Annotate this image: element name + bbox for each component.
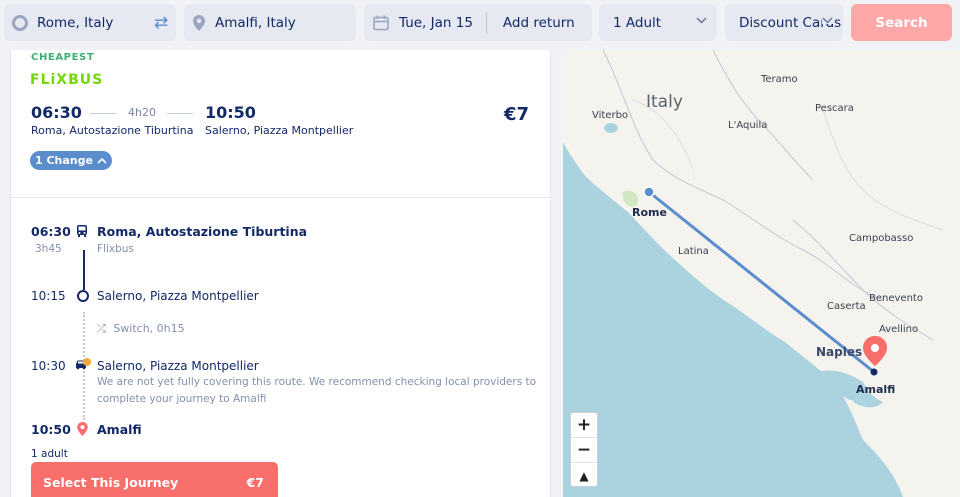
route-map[interactable]: Italy Teramo Viterbo Pescara L'Aquila Ro… (563, 50, 960, 497)
seg3-station: Salerno, Piazza Montpellier (97, 359, 259, 373)
map-label-latina: Latina (678, 246, 709, 257)
from-field[interactable]: Rome, Italy ⇄ (4, 4, 176, 41)
chevron-down-icon (696, 17, 707, 24)
arrival-time: 10:50 (205, 103, 256, 122)
from-value: Rome, Italy (37, 14, 114, 31)
compass-button[interactable]: ▲ (571, 463, 597, 488)
seg4-time: 10:50 (31, 422, 71, 437)
seg1-time: 06:30 (31, 224, 71, 239)
seg1-duration: 3h45 (35, 243, 62, 255)
chevron-down-icon (822, 17, 833, 24)
trip-duration: 4h20 (128, 106, 156, 119)
date-divider (485, 11, 487, 34)
discount-cards-dropdown[interactable]: Discount Cards (725, 4, 843, 41)
switch-info: ⤮ Switch, 0h15 (97, 322, 185, 336)
cheapest-badge: CHEAPEST (31, 52, 95, 63)
seg1-operator: Flixbus (97, 243, 134, 255)
search-button[interactable]: Search (851, 4, 952, 41)
seg4-station: Amalfi (97, 422, 142, 437)
passengers-dropdown[interactable]: 1 Adult (599, 4, 717, 41)
date-field[interactable]: Tue, Jan 15 Add return (364, 4, 592, 41)
journey-panel: CHEAPEST FLiXBUS 06:30 4h20 10:50 €7 Rom… (10, 50, 551, 497)
warning-icon (83, 358, 91, 366)
shuffle-icon: ⤮ (97, 322, 106, 335)
seg1-station: Roma, Autostazione Tiburtina (97, 224, 308, 239)
zoom-out-button[interactable]: − (571, 438, 597, 463)
passenger-count: 1 adult (31, 448, 68, 460)
arrival-station: Salerno, Piazza Montpellier (205, 124, 354, 137)
select-journey-button[interactable]: Select This Journey €7 (31, 462, 278, 497)
map-label-italy: Italy (646, 92, 683, 112)
map-label-viterbo: Viterbo (592, 110, 629, 121)
departure-station: Roma, Autostazione Tiburtina (31, 124, 194, 137)
map-label-avellino: Avellino (879, 324, 919, 335)
duration-line-right (167, 113, 193, 114)
trip-price: €7 (503, 104, 529, 125)
map-label-benevento: Benevento (869, 293, 923, 304)
origin-icon (12, 14, 28, 31)
map-label-laquila: L'Aquila (728, 120, 768, 131)
seg3-note-line1: We are not yet fully covering this route… (97, 376, 537, 388)
map-label-pescara: Pescara (815, 103, 854, 114)
switch-text: Switch, 0h15 (113, 322, 185, 335)
bus-icon (77, 225, 87, 237)
seg2-station: Salerno, Piazza Montpellier (97, 289, 259, 303)
add-return-button[interactable]: Add return (503, 15, 575, 31)
map-label-campobasso: Campobasso (849, 233, 914, 244)
flixbus-logo: FLiXBUS (30, 72, 104, 88)
map-label-amalfi: Amalfi (856, 383, 896, 396)
seg2-time: 10:15 (31, 289, 66, 303)
zoom-controls: + − ▲ (570, 412, 598, 487)
seg3-time: 10:30 (31, 359, 66, 373)
passengers-value: 1 Adult (613, 14, 662, 31)
zoom-in-button[interactable]: + (571, 413, 597, 438)
chevron-up-icon (97, 157, 107, 164)
date-value: Tue, Jan 15 (399, 14, 473, 31)
stop-circle-icon (77, 290, 89, 302)
to-value: Amalfi, Italy (215, 14, 296, 31)
section-divider (11, 197, 550, 198)
timeline-segment (83, 250, 85, 290)
search-bar: Rome, Italy ⇄ Amalfi, Italy Tue, Jan 15 … (0, 0, 960, 48)
destination-pin-icon (77, 422, 88, 436)
select-journey-label: Select This Journey (43, 475, 179, 490)
location-pin-icon (193, 14, 205, 31)
map-label-caserta: Caserta (827, 301, 866, 312)
duration-line-left (90, 113, 116, 114)
amalfi-dot (870, 368, 878, 376)
to-field[interactable]: Amalfi, Italy (184, 4, 356, 41)
swap-icon[interactable]: ⇄ (152, 14, 170, 32)
rome-marker (643, 186, 655, 198)
map-label-teramo: Teramo (761, 74, 798, 85)
changes-label: 1 Change (35, 154, 93, 167)
select-journey-price: €7 (246, 475, 264, 490)
map-label-rome: Rome (632, 206, 667, 219)
departure-time: 06:30 (31, 103, 82, 122)
map-label-naples: Naples (816, 345, 863, 359)
changes-toggle[interactable]: 1 Change (30, 151, 112, 170)
seg3-note-line2: complete your journey to Amalfi (97, 393, 267, 405)
calendar-icon (373, 15, 389, 30)
